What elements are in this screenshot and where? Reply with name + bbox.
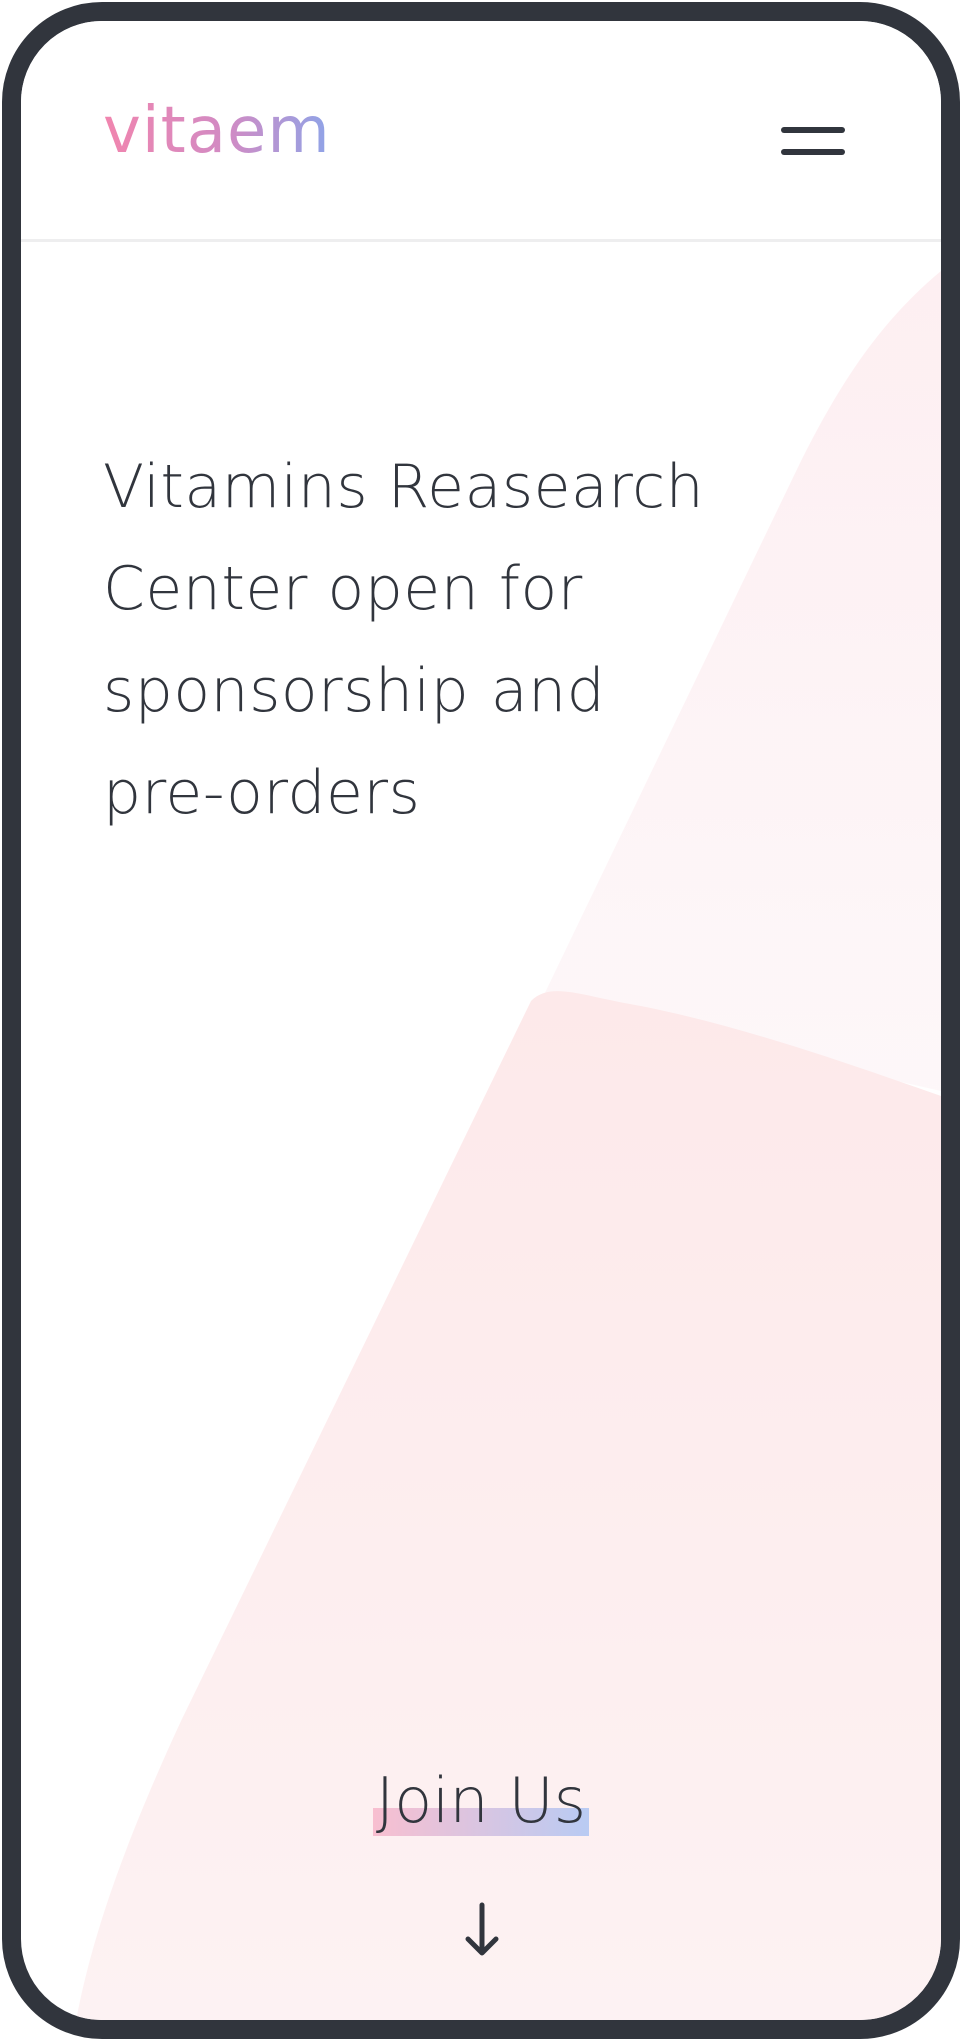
hamburger-menu-icon[interactable]: [781, 113, 853, 163]
screen: vitaem Vitamins Reasearch Center open fo…: [21, 21, 941, 2020]
logo[interactable]: vitaem: [103, 99, 331, 163]
hero-line-4: pre-orders: [103, 742, 783, 844]
hero-line-2: Center open for: [103, 554, 583, 624]
menu-line: [781, 149, 845, 155]
header: vitaem: [21, 21, 941, 242]
join-us-link[interactable]: Join Us: [372, 1766, 590, 1836]
hero-heading: Vitamins Reasearch Center open for spons…: [103, 436, 783, 844]
hero-line-1: Vitamins Reasearch: [103, 452, 705, 522]
menu-line: [781, 127, 845, 133]
front-shape: [76, 991, 941, 2020]
highlight-sponsorship: sponsorship: [103, 656, 472, 726]
background-shapes: [76, 271, 941, 2020]
highlight-pre-orders: pre-orders: [103, 758, 423, 828]
hero-line-3-rest: and: [471, 656, 606, 726]
phone-frame: vitaem Vitamins Reasearch Center open fo…: [2, 2, 960, 2039]
arrow-down-icon[interactable]: [462, 1901, 502, 1961]
join-section: Join Us: [21, 1766, 941, 1836]
hero-line-3: sponsorship and: [103, 640, 783, 742]
